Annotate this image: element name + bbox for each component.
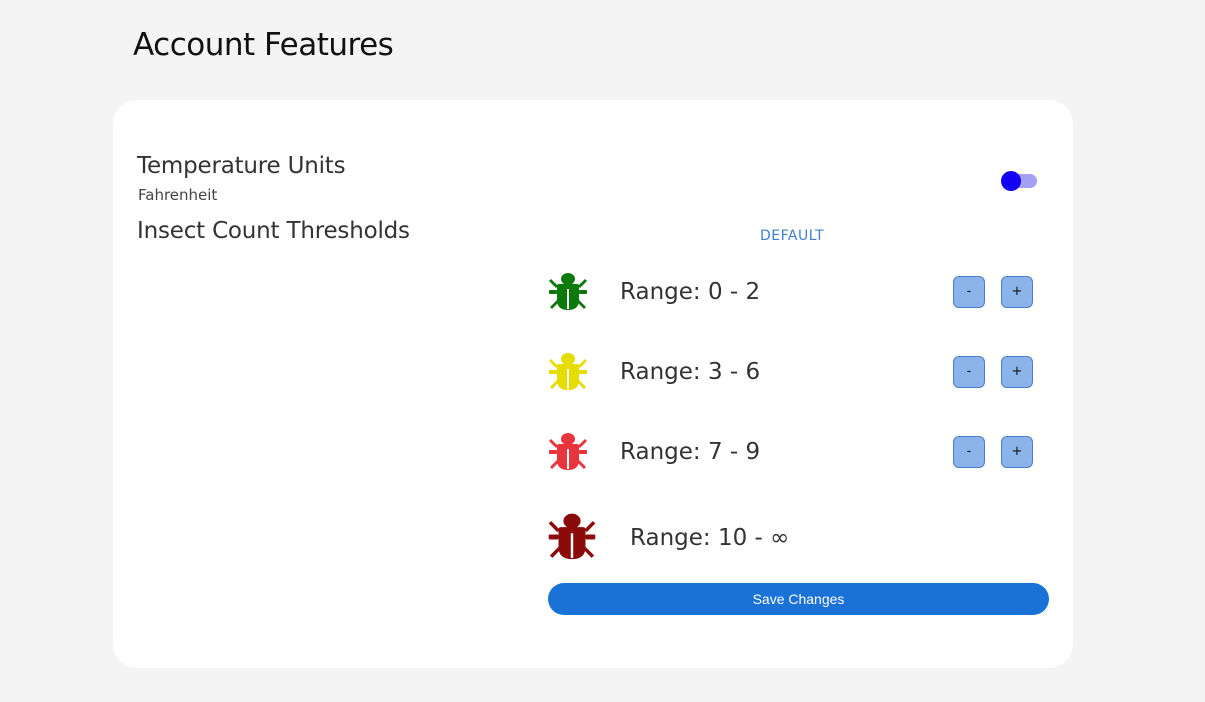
bug-icon-svg (548, 513, 596, 560)
decrease-button[interactable]: - (953, 276, 985, 308)
threshold-row: Range: 3 - 6 - + (546, 348, 1036, 398)
toggle-thumb (1001, 171, 1021, 191)
increase-button[interactable]: + (1001, 276, 1033, 308)
decrease-button[interactable]: - (953, 436, 985, 468)
bug-icon (545, 510, 599, 564)
increase-button[interactable]: + (1001, 436, 1033, 468)
increase-button[interactable]: + (1001, 356, 1033, 388)
temperature-unit-value: Fahrenheit (138, 186, 218, 204)
bug-icon-svg (549, 353, 587, 390)
range-label: Range: 7 - 9 (620, 439, 761, 465)
bug-icon-svg (549, 433, 587, 470)
threshold-row: Range: 10 - ∞ (546, 510, 1036, 566)
threshold-row: Range: 7 - 9 - + (546, 428, 1036, 478)
insect-thresholds-heading: Insect Count Thresholds (137, 218, 410, 244)
temperature-units-heading: Temperature Units (137, 153, 346, 179)
bug-icon (546, 430, 590, 474)
bug-icon (546, 270, 590, 314)
decrease-button[interactable]: - (953, 356, 985, 388)
account-features-card: Temperature Units Fahrenheit Insect Coun… (113, 100, 1073, 668)
default-link[interactable]: DEFAULT (760, 227, 824, 245)
bug-icon (546, 350, 590, 394)
threshold-row: Range: 0 - 2 - + (546, 268, 1036, 318)
save-changes-button[interactable]: Save Changes (548, 583, 1049, 615)
range-label: Range: 10 - ∞ (630, 525, 790, 551)
range-label: Range: 0 - 2 (620, 279, 761, 305)
temperature-unit-toggle[interactable] (1001, 171, 1037, 191)
page-title: Account Features (133, 27, 394, 63)
bug-icon-svg (549, 273, 587, 310)
range-label: Range: 3 - 6 (620, 359, 761, 385)
